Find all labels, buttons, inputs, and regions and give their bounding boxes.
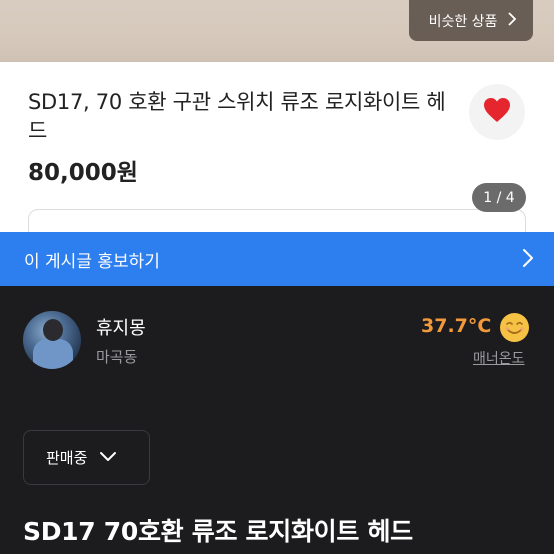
smile-icon [499, 312, 530, 343]
info-box [28, 209, 526, 232]
sale-status-label: 판매중 [46, 449, 88, 467]
chevron-right-icon [518, 246, 538, 270]
like-button[interactable] [469, 84, 525, 140]
promote-post-label: 이 게시글 홍보하기 [24, 251, 160, 272]
manner-temperature: 37.7°C [421, 315, 492, 337]
product-price: 80,000원 [28, 160, 138, 186]
seller-name[interactable]: 휴지몽 [96, 314, 146, 340]
seller-avatar[interactable] [23, 311, 81, 369]
page-indicator: 1 / 4 [472, 183, 526, 212]
product-title: SD17, 70 호환 구관 스위치 류조 로지화이트 헤드 [28, 90, 446, 143]
manner-temperature-link[interactable]: 매너온도 [473, 348, 525, 368]
product-photo[interactable]: 비슷한 상품 [0, 0, 554, 62]
listing-title: SD17 70호환 류조 로지화이트 헤드 [23, 517, 413, 546]
chevron-down-icon [99, 449, 117, 467]
chevron-right-icon [507, 12, 517, 29]
product-card: SD17, 70 호환 구관 스위치 류조 로지화이트 헤드 80,000원 1… [0, 62, 554, 232]
seller-location: 마곡동 [96, 348, 138, 366]
promote-post-bar[interactable]: 이 게시글 홍보하기 [0, 232, 554, 286]
similar-products-button[interactable]: 비슷한 상품 [409, 0, 533, 41]
heart-icon [483, 97, 511, 127]
sale-status-dropdown[interactable]: 판매중 [23, 430, 150, 485]
similar-products-label: 비슷한 상품 [428, 13, 498, 30]
